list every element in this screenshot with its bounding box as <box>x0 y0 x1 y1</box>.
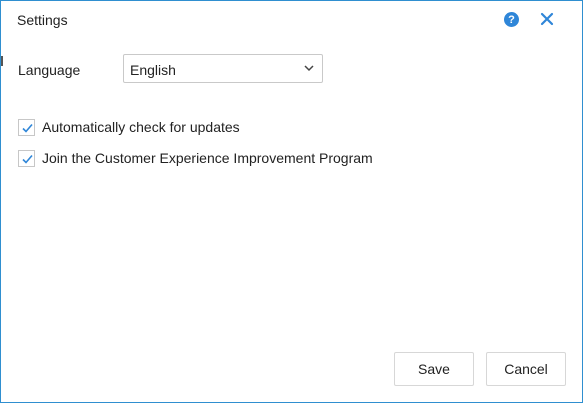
edge-marker <box>1 56 3 66</box>
save-button[interactable]: Save <box>394 352 474 386</box>
language-select[interactable]: English <box>123 54 323 83</box>
title-bar: Settings ? <box>1 1 582 41</box>
dialog-title: Settings <box>17 12 68 28</box>
help-icon[interactable]: ? <box>504 12 519 27</box>
ceip-label: Join the Customer Experience Improvement… <box>42 150 373 166</box>
language-label: Language <box>18 62 81 78</box>
auto-update-option[interactable]: Automatically check for updates <box>18 118 240 136</box>
auto-update-label: Automatically check for updates <box>42 119 240 135</box>
close-icon[interactable] <box>538 10 556 28</box>
settings-dialog: Settings ? Language English Automaticall… <box>0 0 583 403</box>
checkmark-icon <box>22 154 33 164</box>
ceip-option[interactable]: Join the Customer Experience Improvement… <box>18 149 373 167</box>
ceip-checkbox[interactable] <box>18 149 35 167</box>
chevron-down-icon <box>304 65 314 72</box>
help-icon-glyph: ? <box>508 13 515 26</box>
language-selected-value: English <box>130 62 176 78</box>
checkmark-icon <box>22 123 33 133</box>
auto-update-checkbox[interactable] <box>18 118 35 136</box>
cancel-button[interactable]: Cancel <box>486 352 566 386</box>
close-icon-glyph <box>540 12 554 26</box>
